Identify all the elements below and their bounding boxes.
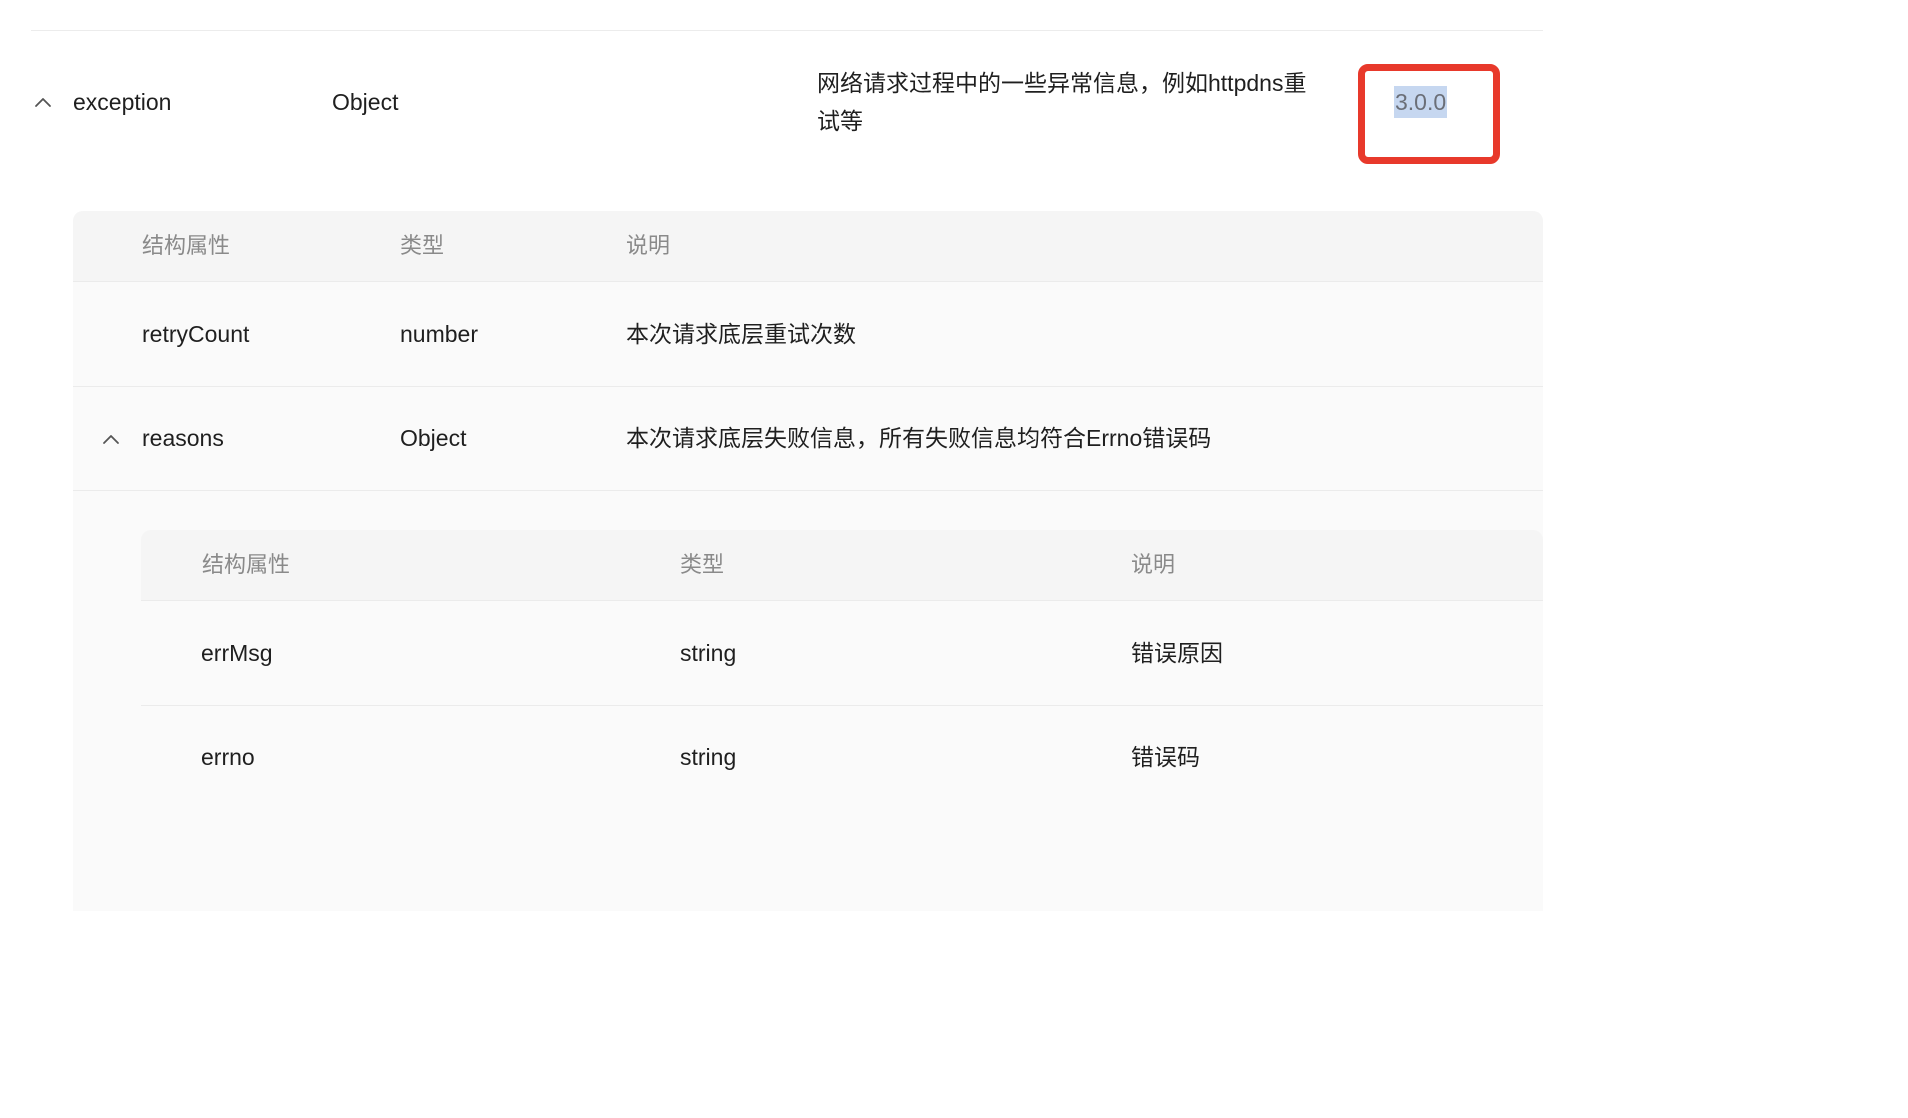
table-row-description: 本次请求底层重试次数 xyxy=(626,321,856,347)
table-row-description: 错误原因 xyxy=(1131,640,1223,666)
table-row-type: Object xyxy=(400,425,467,451)
table-row-name: reasons xyxy=(142,425,224,451)
header-type: 类型 xyxy=(400,233,445,258)
chevron-up-icon[interactable] xyxy=(34,96,52,108)
row-divider xyxy=(73,386,1543,387)
row-divider xyxy=(141,705,1543,706)
table-row-type: string xyxy=(680,640,737,666)
table-row-description: 错误码 xyxy=(1131,744,1200,770)
table-row-name: retryCount xyxy=(142,321,250,347)
table-row-type: number xyxy=(400,321,478,347)
table-row-description: 本次请求底层失败信息，所有失败信息均符合Errno错误码 xyxy=(626,425,1212,451)
exception-property-description: 网络请求过程中的一些异常信息，例如httpdns重试等 xyxy=(817,70,1307,134)
row-divider xyxy=(73,490,1543,491)
chevron-up-icon[interactable] xyxy=(102,433,120,445)
top-divider xyxy=(31,30,1543,31)
header-description: 说明 xyxy=(1131,552,1176,577)
header-description: 说明 xyxy=(626,233,671,258)
table-row-name: errno xyxy=(201,744,255,770)
table-header: 结构属性 类型 说明 xyxy=(73,211,1543,282)
exception-property-name: exception xyxy=(73,89,172,115)
table-header: 结构属性 类型 说明 xyxy=(141,530,1543,601)
header-type: 类型 xyxy=(680,552,725,577)
reasons-children-table: 结构属性 类型 说明 errMsg string 错误原因 errno stri… xyxy=(141,530,1543,890)
version-highlight-box xyxy=(1358,64,1500,164)
header-property: 结构属性 xyxy=(142,233,231,258)
table-row-name: errMsg xyxy=(201,640,273,666)
table-row-type: string xyxy=(680,744,737,770)
exception-property-type: Object xyxy=(332,89,399,115)
header-property: 结构属性 xyxy=(202,552,291,577)
